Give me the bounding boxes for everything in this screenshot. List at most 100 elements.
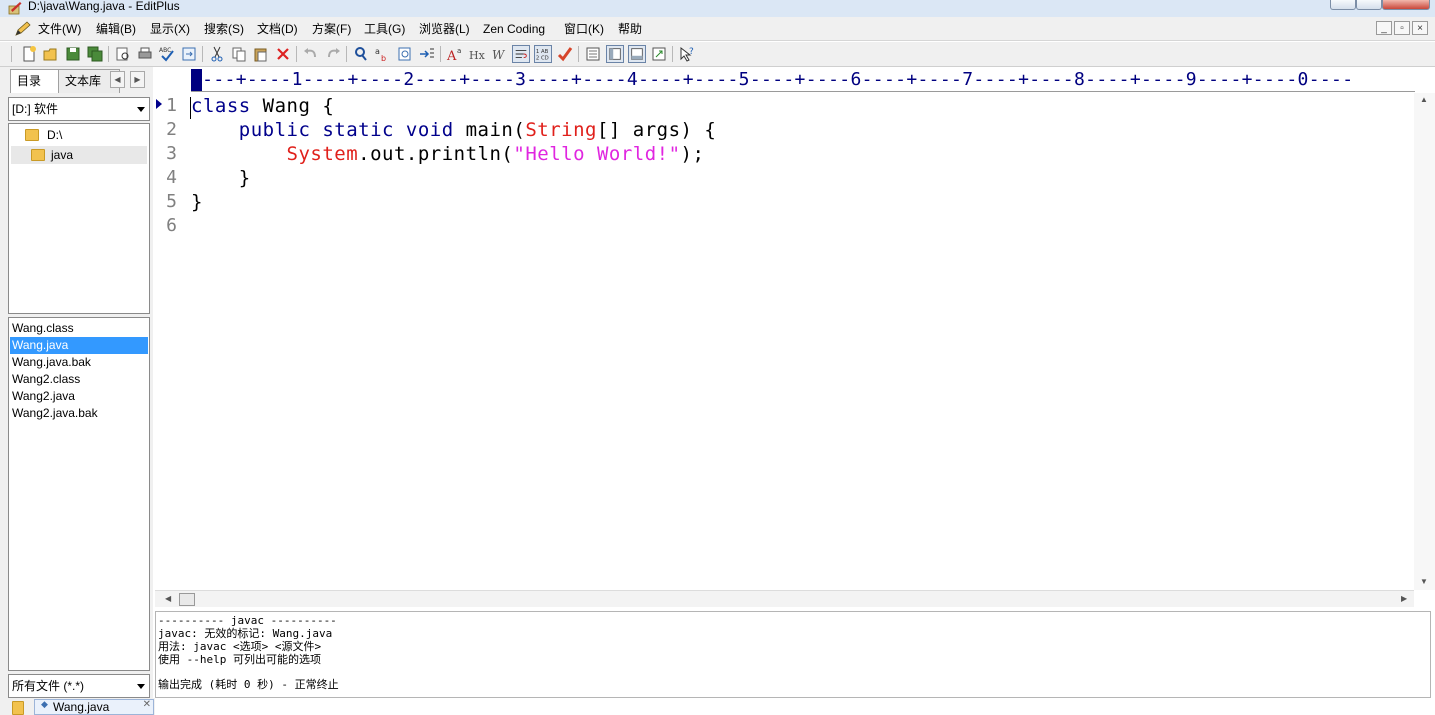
file-item[interactable]: Wang2.java.bak (10, 405, 148, 422)
goto-line-icon[interactable] (418, 45, 436, 63)
menu-search[interactable]: 搜索(S) (204, 21, 244, 37)
save-icon[interactable] (64, 45, 82, 63)
svg-text:?: ? (689, 47, 694, 57)
print-preview-icon[interactable] (114, 45, 132, 63)
horizontal-scrollbar[interactable]: ◀ ▶ (155, 590, 1414, 607)
copy-icon[interactable] (230, 45, 248, 63)
file-item-selected[interactable]: Wang.java (10, 337, 148, 354)
menu-bar: 文件(W) 编辑(B) 显示(X) 搜索(S) 文档(D) 方案(F) 工具(G… (0, 17, 1435, 41)
save-all-icon[interactable] (86, 45, 104, 63)
drive-select[interactable]: [D:] 软件 (8, 97, 150, 121)
folder-open-icon (25, 129, 39, 141)
type-token: String (525, 119, 597, 141)
toolbar-separator (672, 46, 673, 62)
svg-text:a: a (375, 47, 380, 56)
redo-icon[interactable] (324, 45, 342, 63)
file-item[interactable]: Wang2.java (10, 388, 148, 405)
menu-tools[interactable]: 工具(G) (364, 21, 405, 37)
tab-scroll-right-button[interactable]: ▶ (130, 71, 145, 88)
cut-icon[interactable] (208, 45, 226, 63)
type-token: System (286, 143, 359, 165)
toolbar-separator (346, 46, 347, 62)
line-number-icon[interactable]: 1 AB2 CD (534, 45, 552, 63)
print-icon[interactable] (136, 45, 154, 63)
fullscreen-icon[interactable] (650, 45, 668, 63)
file-filter-select[interactable]: 所有文件 (*.*) (8, 674, 150, 698)
svg-text:a: a (457, 47, 461, 55)
menu-browser[interactable]: 浏览器(L) (419, 21, 470, 37)
scroll-down-arrow-icon[interactable]: ▼ (1420, 577, 1428, 586)
dir-item-root[interactable]: D:\ (11, 126, 147, 144)
scroll-left-arrow-icon[interactable]: ◀ (165, 594, 171, 603)
new-file-icon[interactable] (20, 45, 38, 63)
document-selector-icon[interactable] (584, 45, 602, 63)
replace-icon[interactable]: ab (374, 45, 392, 63)
title-bar: D:\java\Wang.java - EditPlus (0, 0, 1435, 17)
mdi-close-button[interactable]: × (1412, 21, 1428, 35)
document-icon: ◆ (41, 699, 48, 709)
maximize-window-button[interactable] (1356, 0, 1382, 10)
menu-help[interactable]: 帮助 (618, 21, 642, 37)
toolbar-separator (578, 46, 579, 62)
pencil-icon (15, 21, 31, 36)
code-token: main( (453, 119, 526, 141)
menu-file[interactable]: 文件(W) (38, 21, 81, 37)
toolbar-separator (108, 46, 109, 62)
line-number: 6 (166, 215, 177, 236)
menu-zen-coding[interactable]: Zen Coding (483, 21, 545, 37)
menu-document[interactable]: 文档(D) (257, 21, 298, 37)
column-ruler: ----+----1----+----2----+----3----+----4… (155, 67, 1435, 93)
close-window-button[interactable] (1382, 0, 1430, 10)
chevron-down-icon (137, 107, 145, 112)
menu-project[interactable]: 方案(F) (312, 21, 351, 37)
line-number: 3 (166, 143, 177, 164)
minimize-window-button[interactable] (1330, 0, 1356, 10)
file-item[interactable]: Wang2.class (10, 371, 148, 388)
directory-window-icon[interactable] (606, 45, 624, 63)
file-filter-value: 所有文件 (*.*) (12, 679, 85, 693)
svg-text:A: A (446, 49, 457, 63)
horizontal-scroll-thumb[interactable] (179, 593, 195, 606)
tab-scroll-left-button[interactable]: ◀ (110, 71, 125, 88)
output-line: 输出完成 (耗时 0 秒) - 正常终止 (158, 678, 339, 691)
vertical-scrollbar[interactable]: ▲ ▼ (1414, 93, 1435, 590)
open-icon[interactable] (42, 45, 60, 63)
document-tab-wang-java[interactable]: Wang.java ◆ ✕ (34, 699, 154, 715)
check-icon[interactable] (556, 45, 574, 63)
scroll-right-arrow-icon[interactable]: ▶ (1401, 594, 1407, 603)
output-window-icon[interactable] (628, 45, 646, 63)
file-item[interactable]: Wang.class (10, 320, 148, 337)
w-icon[interactable]: W (490, 45, 508, 63)
mdi-restore-button[interactable]: ▫ (1394, 21, 1410, 35)
drive-select-value: [D:] 软件 (12, 102, 59, 116)
undo-icon[interactable] (302, 45, 320, 63)
find-icon[interactable] (352, 45, 370, 63)
dir-item-java[interactable]: java (11, 146, 147, 164)
word-wrap-icon[interactable] (512, 45, 530, 63)
help-icon[interactable]: ? (678, 45, 696, 63)
scroll-up-arrow-icon[interactable]: ▲ (1420, 95, 1428, 104)
paste-icon[interactable] (252, 45, 270, 63)
dir-item-label: java (51, 148, 74, 162)
menu-window[interactable]: 窗口(K) (564, 21, 604, 37)
dir-item-label: D:\ (47, 128, 63, 142)
spellcheck-icon[interactable]: ABC (158, 45, 176, 63)
code-editor[interactable]: 1 2 3 4 5 6 class Wang { public static v… (155, 93, 1414, 590)
svg-text:1 AB: 1 AB (536, 49, 549, 55)
font-icon[interactable]: Aa (446, 45, 464, 63)
string-token: "Hello World!" (513, 143, 681, 165)
menu-edit[interactable]: 编辑(B) (96, 21, 136, 37)
menu-view[interactable]: 显示(X) (150, 21, 190, 37)
toolbar-separator (440, 46, 441, 62)
mdi-minimize-button[interactable]: _ (1376, 21, 1392, 35)
close-tab-icon[interactable]: ✕ (143, 699, 151, 710)
output-window: ---------- javac ---------- javac: 无效的标记… (155, 611, 1431, 698)
browser-preview-icon[interactable] (180, 45, 198, 63)
document-tab-bar: Wang.java ◆ ✕ (0, 698, 155, 715)
find-in-files-icon[interactable] (396, 45, 414, 63)
delete-icon[interactable] (274, 45, 292, 63)
output-footer (155, 698, 1435, 715)
hx-icon[interactable]: Hx (468, 45, 486, 63)
file-item[interactable]: Wang.java.bak (10, 354, 148, 371)
